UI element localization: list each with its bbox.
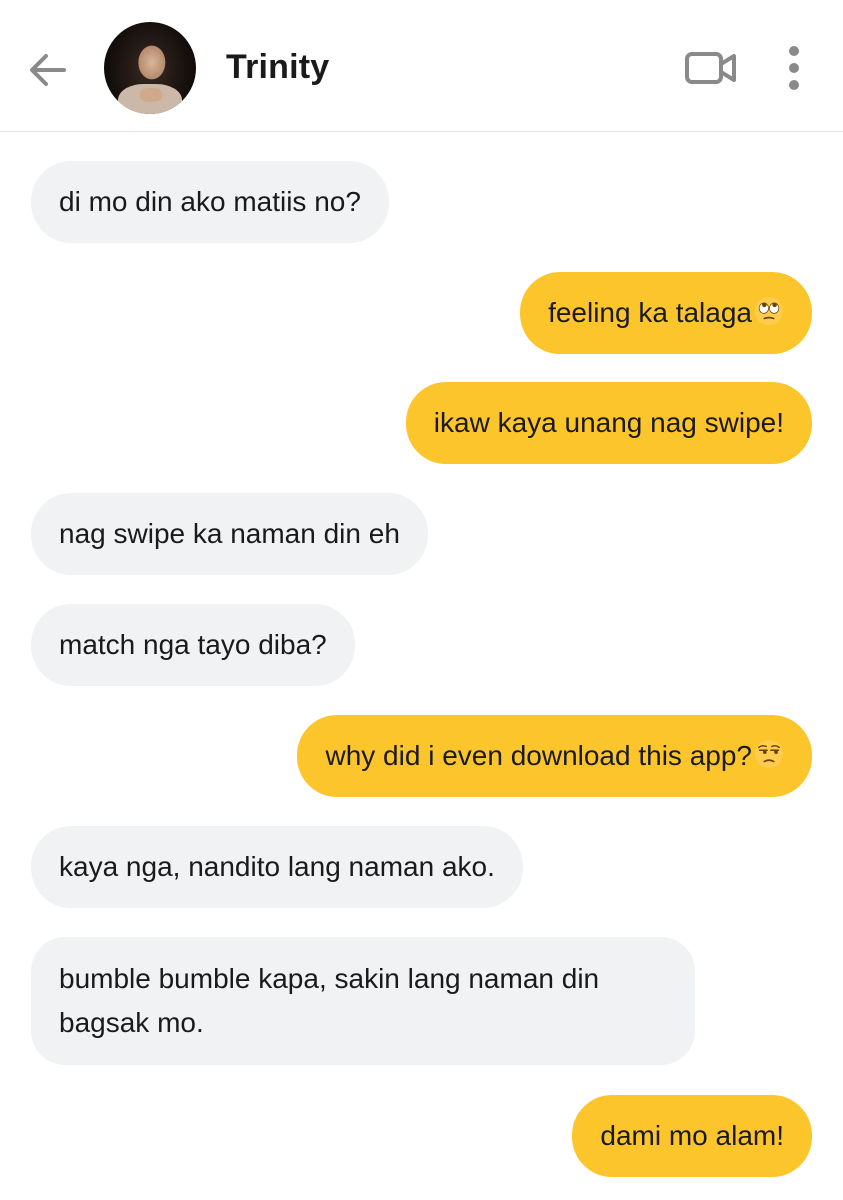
more-options-button[interactable] [780, 44, 808, 92]
message-bubble[interactable]: nag swipe ka naman din eh [31, 493, 428, 575]
message-bubble[interactable]: kaya nga, nandito lang naman ako. [31, 826, 523, 908]
message-bubble[interactable]: bumble bumble kapa, sakin lang naman din… [31, 937, 695, 1065]
avatar[interactable] [104, 22, 196, 114]
message-list[interactable]: di mo din ako matiis no? feeling ka tala… [0, 132, 843, 1200]
message-bubble[interactable]: match nga tayo diba? [31, 604, 355, 686]
message-text: dami mo alam! [600, 1120, 784, 1151]
back-button[interactable] [24, 46, 72, 94]
message-text: nag swipe ka naman din eh [59, 518, 400, 549]
more-vertical-icon [789, 46, 799, 90]
message-bubble[interactable]: why did i even download this app? [297, 715, 812, 797]
message-text: kaya nga, nandito lang naman ako. [59, 851, 495, 882]
message-text: why did i even download this app? [325, 740, 752, 771]
message-text: di mo din ako matiis no? [59, 186, 361, 217]
contact-name[interactable]: Trinity [226, 48, 329, 87]
message-bubble[interactable]: feeling ka talaga [520, 272, 812, 354]
message-text: match nga tayo diba? [59, 629, 327, 660]
arrow-left-icon [30, 54, 66, 86]
avatar-hands [140, 88, 162, 102]
message-text: feeling ka talaga [548, 297, 752, 328]
message-text: bumble bumble kapa, sakin lang naman din… [59, 963, 600, 1038]
unamused-face-icon [754, 739, 784, 769]
message-bubble[interactable]: ikaw kaya unang nag swipe! [405, 382, 812, 464]
face-with-rolling-eyes-icon [754, 296, 784, 326]
message-bubble[interactable]: di mo din ako matiis no? [31, 161, 389, 243]
message-text: ikaw kaya unang nag swipe! [433, 407, 784, 438]
chat-header: Trinity [0, 0, 843, 132]
video-call-button[interactable] [684, 48, 738, 88]
video-camera-icon [685, 52, 736, 84]
message-bubble[interactable]: dami mo alam! [572, 1095, 812, 1177]
